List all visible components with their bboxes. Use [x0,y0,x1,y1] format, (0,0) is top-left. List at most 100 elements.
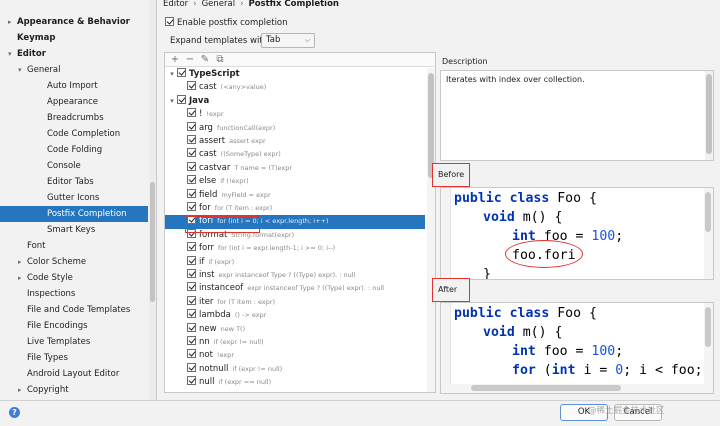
tree-template-row[interactable]: field myField = expr [165,188,425,202]
chevron-down-icon[interactable]: ▾ [167,95,177,108]
sidebar-item[interactable]: Android Layout Editor [0,366,148,382]
template-checkbox[interactable] [187,295,196,305]
after-scrollbar-vertical[interactable] [704,303,713,393]
tree-template-row[interactable]: lambda() -> expr [165,309,425,322]
sidebar-item[interactable]: Auto Import [0,78,148,94]
tree-template-row[interactable]: new new T() [165,322,425,336]
sidebar-item[interactable]: ▾ Editor [0,46,148,62]
tree-template-row[interactable]: nn if (expr != null) [165,336,425,349]
remove-icon[interactable]: − [183,53,197,67]
chevron-right-icon[interactable]: ▸ [18,254,27,270]
template-checkbox[interactable] [187,349,196,359]
chevron-down-icon[interactable]: ▾ [167,68,177,81]
tree-template-row[interactable]: inst expr instanceof Type ? ((Type) expr)… [165,269,425,282]
sidebar-item[interactable]: Live Templates [0,334,148,350]
template-checkbox[interactable] [187,255,196,265]
tree-template-row[interactable]: forr for (int i = expr.length-1; i >= 0; … [165,242,425,255]
tree-template-row[interactable]: for for (T item : expr) [165,202,425,215]
tree-group-row[interactable]: ▾ Java [165,94,425,108]
enable-postfix-checkbox[interactable] [165,17,174,26]
template-checkbox[interactable] [187,322,196,332]
template-checkbox[interactable] [177,68,186,77]
template-checkbox[interactable] [187,282,196,292]
sidebar-item[interactable]: Editor Tabs [0,174,148,190]
template-checkbox[interactable] [177,94,186,104]
template-checkbox[interactable] [187,148,196,158]
tree-template-row[interactable]: else if (!expr) [165,175,425,188]
tree-template-row[interactable]: notnull if (expr != null) [165,362,425,376]
after-scroll-thumb[interactable] [705,307,711,347]
sidebar-item[interactable]: Inspections [0,286,148,302]
chevron-down-icon[interactable]: ▾ [8,46,17,62]
tree-template-row[interactable]: instanceof expr instanceof Type ? ((Type)… [165,282,425,295]
template-checkbox[interactable] [187,135,196,144]
copy-icon[interactable]: ⧉ [213,53,227,67]
template-checkbox[interactable] [187,376,196,386]
tree-template-row[interactable]: ! !expr [165,108,425,121]
sidebar-item[interactable]: Smart Keys [0,222,148,238]
chevron-right-icon[interactable]: ▸ [18,382,27,398]
edit-icon[interactable]: ✎ [198,53,212,67]
template-checkbox[interactable] [187,175,196,185]
sidebar-item[interactable]: Keymap [0,30,148,46]
breadcrumb-general[interactable]: General [202,0,236,9]
template-checkbox[interactable] [187,309,196,319]
tree-template-row[interactable]: not !expr [165,349,425,362]
enable-postfix-row[interactable]: Enable postfix completion [165,17,288,28]
tree-template-row[interactable]: cast (<any>value) [165,81,425,94]
tree-template-row[interactable]: castvar T name = (T)expr [165,161,425,175]
chevron-down-icon[interactable]: ▾ [18,62,27,78]
sidebar-item[interactable]: File and Code Templates [0,302,148,318]
sidebar-item[interactable]: ▸ Copyright [0,382,148,398]
template-checkbox[interactable] [187,108,196,118]
sidebar-item[interactable]: File Types [0,350,148,366]
sidebar-item[interactable]: Breadcrumbs [0,110,148,126]
description-scroll-thumb[interactable] [706,74,712,154]
help-icon[interactable]: ? [9,407,20,418]
chevron-right-icon[interactable]: ▸ [18,270,27,286]
sidebar-item[interactable]: Gutter Icons [0,190,148,206]
tree-template-row[interactable]: null if (expr == null) [165,376,425,389]
tree-group-row[interactable]: ▾ TypeScript [165,68,425,81]
after-hscroll-thumb[interactable] [471,385,621,391]
template-checkbox[interactable] [187,202,196,211]
expand-templates-select[interactable]: Tab ⌵ [261,33,315,48]
tree-template-row[interactable]: iter for (T item : expr) [165,295,425,309]
sidebar-item[interactable]: Font [0,238,148,254]
template-checkbox[interactable] [187,242,196,252]
tree-template-row[interactable]: format String.format(expr) [165,228,425,242]
tree-template-row[interactable]: if if (expr) [165,255,425,269]
before-code-pane[interactable]: public class Foo { void m() { int foo = … [440,187,714,280]
sidebar-scroll-thumb[interactable] [150,182,155,302]
template-checkbox[interactable] [187,336,196,345]
sidebar-item[interactable]: Appearance [0,94,148,110]
tree-template-row[interactable]: fori for (int i = 0; i < expr.length; i++… [165,215,425,229]
tree-template-row[interactable]: assert assert expr [165,135,425,148]
sidebar-item[interactable]: Code Completion [0,126,148,142]
sidebar-item[interactable]: Console [0,158,148,174]
template-checkbox[interactable] [187,362,196,372]
template-checkbox[interactable] [187,215,196,225]
sidebar-item[interactable]: ▸ Color Scheme [0,254,148,270]
tree-template-row[interactable]: cast ((SomeType) expr) [165,148,425,161]
after-code-pane[interactable]: public class Foo { void m() { int foo = … [440,302,714,394]
template-checkbox[interactable] [187,161,196,171]
sidebar-item[interactable]: Postfix Completion [0,206,148,222]
sidebar-item[interactable]: ▾ General [0,62,148,78]
breadcrumb-editor[interactable]: Editor [163,0,188,9]
after-scrollbar-horizontal[interactable] [441,384,713,393]
template-checkbox[interactable] [187,269,196,278]
sidebar-item[interactable]: File Encodings [0,318,148,334]
sidebar-item[interactable]: ▸ Code Style [0,270,148,286]
template-checkbox[interactable] [187,121,196,131]
template-checkbox[interactable] [187,188,196,198]
before-scrollbar[interactable] [704,188,713,279]
template-checkbox[interactable] [187,228,196,238]
add-icon[interactable]: + [168,53,182,67]
template-checkbox[interactable] [187,81,196,91]
sidebar-item[interactable]: Code Folding [0,142,148,158]
chevron-right-icon[interactable]: ▸ [8,14,17,30]
before-scroll-thumb[interactable] [705,192,711,232]
tree-template-row[interactable]: arg functionCall(expr) [165,121,425,135]
sidebar-item[interactable]: ▸ Appearance & Behavior [0,14,148,30]
